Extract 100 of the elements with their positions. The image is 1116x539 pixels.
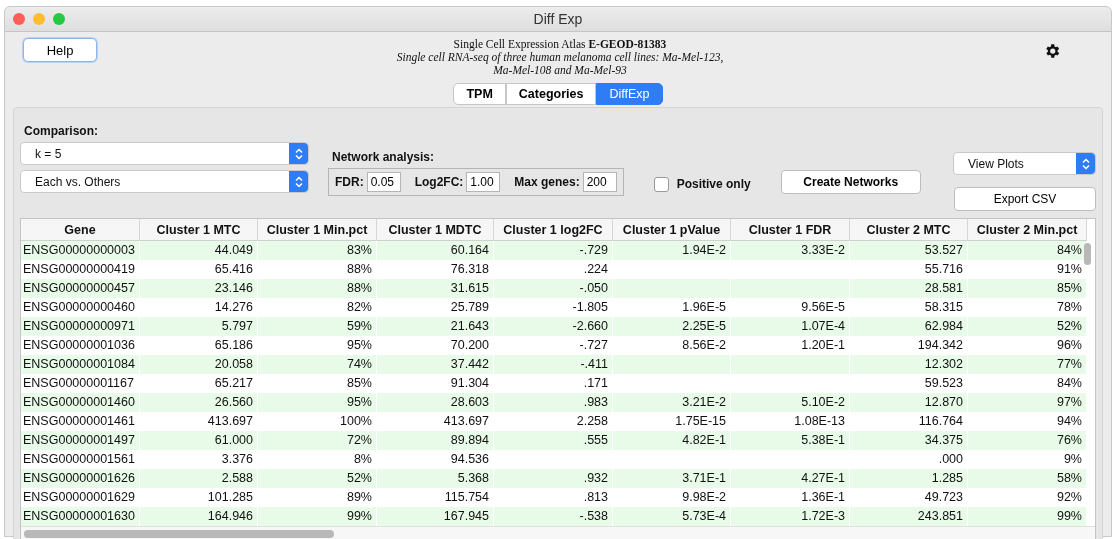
table-cell: 3.71E-1 xyxy=(613,469,731,488)
column-header[interactable]: Cluster 1 FDR xyxy=(731,219,850,241)
table-cell: 26.560 xyxy=(140,393,258,412)
table-cell: 5.73E-4 xyxy=(613,507,731,526)
atlas-title: Single Cell Expression Atlas E-GEOD-81383 xyxy=(452,38,668,51)
close-button[interactable] xyxy=(13,13,25,25)
table-cell: 12.870 xyxy=(850,393,968,412)
input-field[interactable]: 200 xyxy=(582,172,617,192)
table-cell: 99% xyxy=(258,507,377,526)
network-analysis-label: Network analysis: xyxy=(332,150,436,164)
table-cell: 167.945 xyxy=(377,507,494,526)
table-cell: 31.615 xyxy=(377,279,494,298)
chevron-updown-icon xyxy=(1081,157,1090,170)
table-cell: 4.27E-1 xyxy=(731,469,850,488)
column-header[interactable]: Cluster 1 log2FC xyxy=(494,219,613,241)
table-cell: 1.72E-3 xyxy=(731,507,850,526)
table-cell: .983 xyxy=(494,393,613,412)
table-cell: ENSG00000000457 xyxy=(21,279,140,298)
table-cell: 58% xyxy=(968,469,1087,488)
table-cell: .932 xyxy=(494,469,613,488)
table-cell: 89.894 xyxy=(377,431,494,450)
table-cell: 74% xyxy=(258,355,377,374)
comparison-mode-dropdown[interactable]: Each vs. Others xyxy=(20,170,309,193)
window-title: Diff Exp xyxy=(533,11,583,27)
view-plots-dropdown[interactable]: View Plots xyxy=(953,152,1096,175)
table-cell: ENSG00000001084 xyxy=(21,355,140,374)
field-label: Log2FC: xyxy=(414,175,464,189)
table-cell: 76% xyxy=(968,431,1087,450)
table-cell: 53.527 xyxy=(850,241,968,260)
table-cell: 59% xyxy=(258,317,377,336)
maximize-button[interactable] xyxy=(53,13,65,25)
table-cell: 99% xyxy=(968,507,1087,526)
table-cell: 44.049 xyxy=(140,241,258,260)
minimize-button[interactable] xyxy=(33,13,45,25)
table-cell: 1.285 xyxy=(850,469,968,488)
input-field[interactable]: 0.05 xyxy=(366,172,401,192)
column-header[interactable]: Cluster 1 MDTC xyxy=(377,219,494,241)
tab[interactable]: Categories xyxy=(505,83,597,105)
table-cell: 1.94E-2 xyxy=(613,241,731,260)
comparison-label: Comparison: xyxy=(24,124,99,138)
k-dropdown[interactable]: k = 5 xyxy=(20,142,309,165)
table-cell: 2.588 xyxy=(140,469,258,488)
table-cell: 28.581 xyxy=(850,279,968,298)
table-cell: 5.38E-1 xyxy=(731,431,850,450)
create-networks-button[interactable]: Create Networks xyxy=(780,170,921,194)
table-cell: ENSG00000001497 xyxy=(21,431,140,450)
dataset-description: Single cell RNA-seq of three human melanoma cell lines: Ma-Mel-123, Ma-Mel-108 and Ma-Mel-93 xyxy=(395,51,725,77)
table-cell: -2.660 xyxy=(494,317,613,336)
help-button[interactable]: Help xyxy=(23,38,97,62)
tab[interactable]: TPM xyxy=(453,83,506,105)
table-cell: ENSG00000000971 xyxy=(21,317,140,336)
table-cell: 5.10E-2 xyxy=(731,393,850,412)
table-cell: 95% xyxy=(258,393,377,412)
column-header[interactable]: Cluster 1 MTC xyxy=(140,219,258,241)
table-cell: 60.164 xyxy=(377,241,494,260)
table-cell: ENSG00000000003 xyxy=(21,241,140,260)
tab[interactable]: DiffExp xyxy=(596,83,663,105)
column-header[interactable]: Cluster 2 Min.pct xyxy=(968,219,1087,241)
table-cell: ENSG00000001460 xyxy=(21,393,140,412)
table-cell: 5.368 xyxy=(377,469,494,488)
table-cell: 72% xyxy=(258,431,377,450)
table-cell: 243.851 xyxy=(850,507,968,526)
table-cell: -.538 xyxy=(494,507,613,526)
checkbox-label: Positive only xyxy=(676,177,751,191)
table-cell: 23.146 xyxy=(140,279,258,298)
table-cell: 88% xyxy=(258,279,377,298)
table-cell: 37.442 xyxy=(377,355,494,374)
column-header[interactable]: Cluster 1 Min.pct xyxy=(258,219,377,241)
table-cell: 3.33E-2 xyxy=(731,241,850,260)
column-header[interactable]: Cluster 2 MTC xyxy=(850,219,968,241)
column-header[interactable]: Cluster 1 pValue xyxy=(613,219,731,241)
table-cell: ENSG00000001630 xyxy=(21,507,140,526)
table-cell: 21.643 xyxy=(377,317,494,336)
checkbox[interactable] xyxy=(653,176,669,192)
table-cell: 5.797 xyxy=(140,317,258,336)
horizontal-scrollbar[interactable] xyxy=(24,530,334,538)
table-cell: 52% xyxy=(968,317,1087,336)
table-cell: 3.21E-2 xyxy=(613,393,731,412)
field-label: Max genes: xyxy=(514,175,580,189)
table-cell: 28.603 xyxy=(377,393,494,412)
table-cell: 4.82E-1 xyxy=(613,431,731,450)
table-cell: 97% xyxy=(968,393,1087,412)
export-csv-button[interactable]: Export CSV xyxy=(954,187,1096,211)
table-cell: 85% xyxy=(968,279,1087,298)
table-cell: 62.984 xyxy=(850,317,968,336)
table-cell: 61.000 xyxy=(140,431,258,450)
vertical-scrollbar[interactable] xyxy=(1084,243,1091,265)
table-cell: .555 xyxy=(494,431,613,450)
input-field[interactable]: 1.00 xyxy=(466,172,501,192)
table-cell: ENSG00000001626 xyxy=(21,469,140,488)
column-header[interactable]: Gene xyxy=(21,219,140,241)
chevron-updown-icon xyxy=(294,147,303,160)
table-cell: 34.375 xyxy=(850,431,968,450)
table-cell: -.729 xyxy=(494,241,613,260)
table-cell: 77% xyxy=(968,355,1087,374)
table-cell: -.411 xyxy=(494,355,613,374)
table-cell: 1.07E-4 xyxy=(731,317,850,336)
chevron-updown-icon xyxy=(294,175,303,188)
table-cell: 164.946 xyxy=(140,507,258,526)
table-cell: 2.25E-5 xyxy=(613,317,731,336)
